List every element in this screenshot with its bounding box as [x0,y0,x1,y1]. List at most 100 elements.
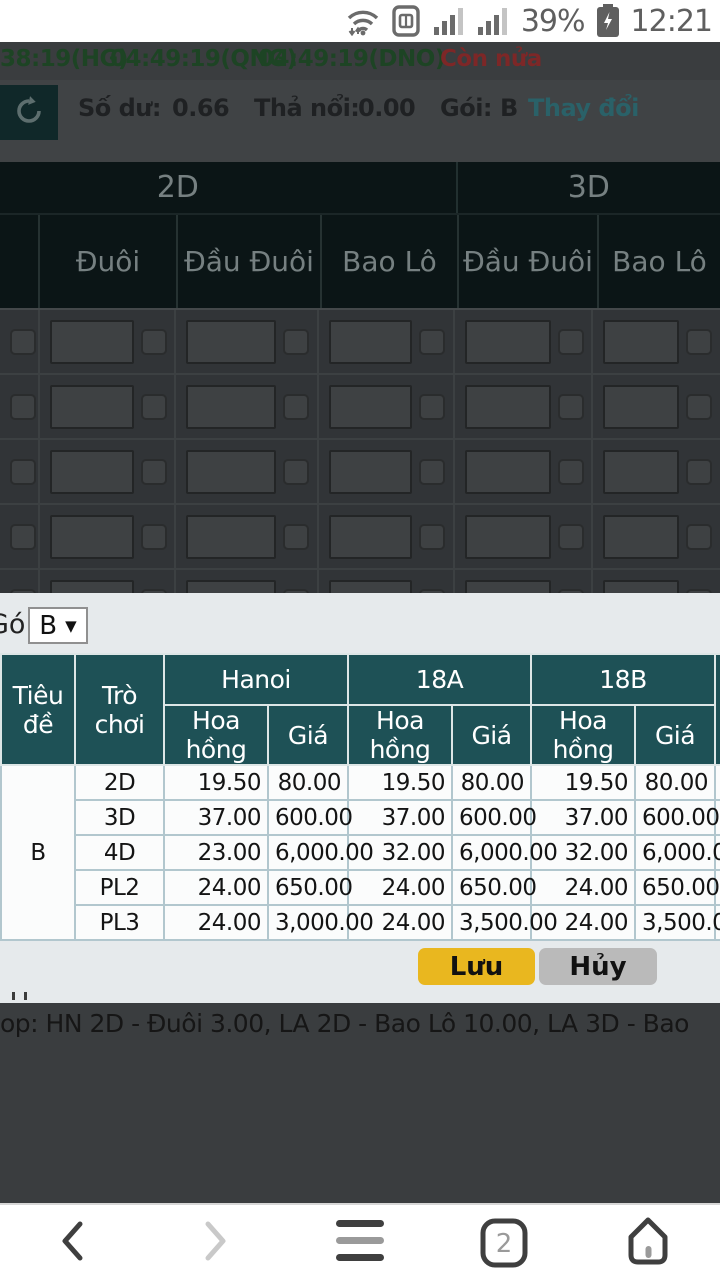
home-button[interactable] [576,1205,720,1280]
col-duoi: Đuôi [38,215,176,308]
bet-amount-input[interactable] [329,385,412,429]
subheader-gia: Giá [452,705,531,765]
bet-grid-cell [317,375,453,438]
forward-button[interactable] [144,1205,288,1280]
battery-charging-icon [595,4,621,38]
bet-checkbox[interactable] [419,329,445,355]
bet-amount-input[interactable] [603,450,679,494]
balance-value: 0.66 [172,94,229,122]
bet-checkbox[interactable] [558,524,584,550]
bet-grid-cell [317,505,453,568]
back-button[interactable] [0,1205,144,1280]
bet-grid-cell [453,375,592,438]
table-row: B 2D 19.50 80.00 19.50 80.00 19.50 80.00 [1,765,720,800]
bet-checkbox[interactable] [10,524,36,550]
bet-checkbox[interactable] [686,394,712,420]
package-value: B [500,94,518,122]
bet-checkbox[interactable] [419,524,445,550]
artifact-mark [12,992,15,1000]
bet-amount-input[interactable] [465,580,551,594]
bet-amount-input[interactable] [465,450,551,494]
bet-grid-cell [38,440,175,503]
cancel-button[interactable]: Hủy [539,948,657,985]
bet-amount-input[interactable] [329,320,412,364]
bet-amount-input[interactable] [603,580,679,594]
bet-grid-cell [453,310,592,373]
header-18b: 18B [531,654,715,705]
change-package-link[interactable]: Thay đổi [528,94,639,122]
bet-amount-input[interactable] [186,385,276,429]
bet-checkbox[interactable] [283,524,309,550]
bet-grid-cell [38,505,175,568]
save-button[interactable]: Lưu [418,948,535,985]
bet-checkbox[interactable] [558,459,584,485]
bet-checkbox[interactable] [686,329,712,355]
package-dropdown-value: B [39,611,57,641]
package-dropdown[interactable]: B ▼ [28,607,88,644]
header-next-clipped [715,654,720,765]
refresh-button[interactable] [0,85,58,140]
bet-checkbox[interactable] [141,524,167,550]
bet-grid-row [0,310,720,375]
clock: 12:21 [631,4,712,39]
bet-amount-input[interactable] [50,385,134,429]
bet-checkbox[interactable] [141,394,167,420]
bet-amount-input[interactable] [329,515,412,559]
bet-checkbox[interactable] [10,459,36,485]
bet-amount-input[interactable] [603,515,679,559]
bet-amount-input[interactable] [186,580,276,594]
menu-button[interactable] [288,1205,432,1280]
bet-grid-cell [591,375,720,438]
bet-amount-input[interactable] [50,450,134,494]
timer-hg: 38:19(HG) [0,46,128,72]
bet-grid-cell [591,505,720,568]
bet-amount-input[interactable] [465,320,551,364]
bet-amount-input[interactable] [603,385,679,429]
bet-checkbox[interactable] [283,394,309,420]
bet-amount-input[interactable] [186,450,276,494]
bet-checkbox[interactable] [10,329,36,355]
bet-amount-input[interactable] [50,320,134,364]
col-bao-lo-3d: Bao Lô [597,215,720,308]
table-row: PL3 24.00 3,000.00 24.00 3,500.00 24.00 … [1,905,720,940]
artifact-mark [24,992,27,1000]
background-lower: op: HN 2D - Đuôi 3.00, LA 2D - Bao Lô 10… [0,1003,720,1203]
table-row: 4D 23.00 6,000.00 32.00 6,000.00 32.00 6… [1,835,720,870]
bet-amount-input[interactable] [50,580,134,594]
bet-amount-input[interactable] [465,515,551,559]
bet-amount-input[interactable] [329,580,412,594]
tabs-button[interactable]: 2 [432,1205,576,1280]
bet-checkbox[interactable] [558,329,584,355]
bet-checkbox[interactable] [283,329,309,355]
timer-dno: 04:49:19(DNO) [258,46,445,72]
table-row: PL2 24.00 650.00 24.00 650.00 24.00 650.… [1,870,720,905]
bet-amount-input[interactable] [186,515,276,559]
sim-icon [391,5,423,37]
package-rates-modal: Gói: B ▼ Tiêu đề Trò chơi Hanoi 18A 18B … [0,593,720,1003]
home-icon [623,1215,673,1271]
bet-amount-input[interactable] [465,385,551,429]
bet-checkbox[interactable] [558,394,584,420]
browser-nav-bar: 2 [0,1203,720,1280]
bet-checkbox[interactable] [686,524,712,550]
bet-grid-cell [38,375,175,438]
bet-amount-input[interactable] [50,515,134,559]
timer-bar: 38:19(HG) 04:49:19(QNG) 04:49:19(DNO) Cò… [0,42,720,80]
bet-checkbox[interactable] [141,459,167,485]
bet-grid-cell [453,570,592,593]
bet-checkbox[interactable] [141,329,167,355]
bet-checkbox[interactable] [419,459,445,485]
bet-checkbox[interactable] [10,394,36,420]
group-3d: 3D [458,162,720,213]
bet-amount-input[interactable] [603,320,679,364]
bet-checkbox[interactable] [686,459,712,485]
bet-grid-cell [0,440,38,503]
rates-table: Tiêu đề Trò chơi Hanoi 18A 18B Hoa hồng … [0,653,720,941]
bet-amount-input[interactable] [186,320,276,364]
bet-grid-cell [317,310,453,373]
menu-icon [332,1218,388,1268]
bet-checkbox[interactable] [283,459,309,485]
tabs-icon: 2 [479,1217,529,1269]
bet-amount-input[interactable] [329,450,412,494]
bet-checkbox[interactable] [419,394,445,420]
